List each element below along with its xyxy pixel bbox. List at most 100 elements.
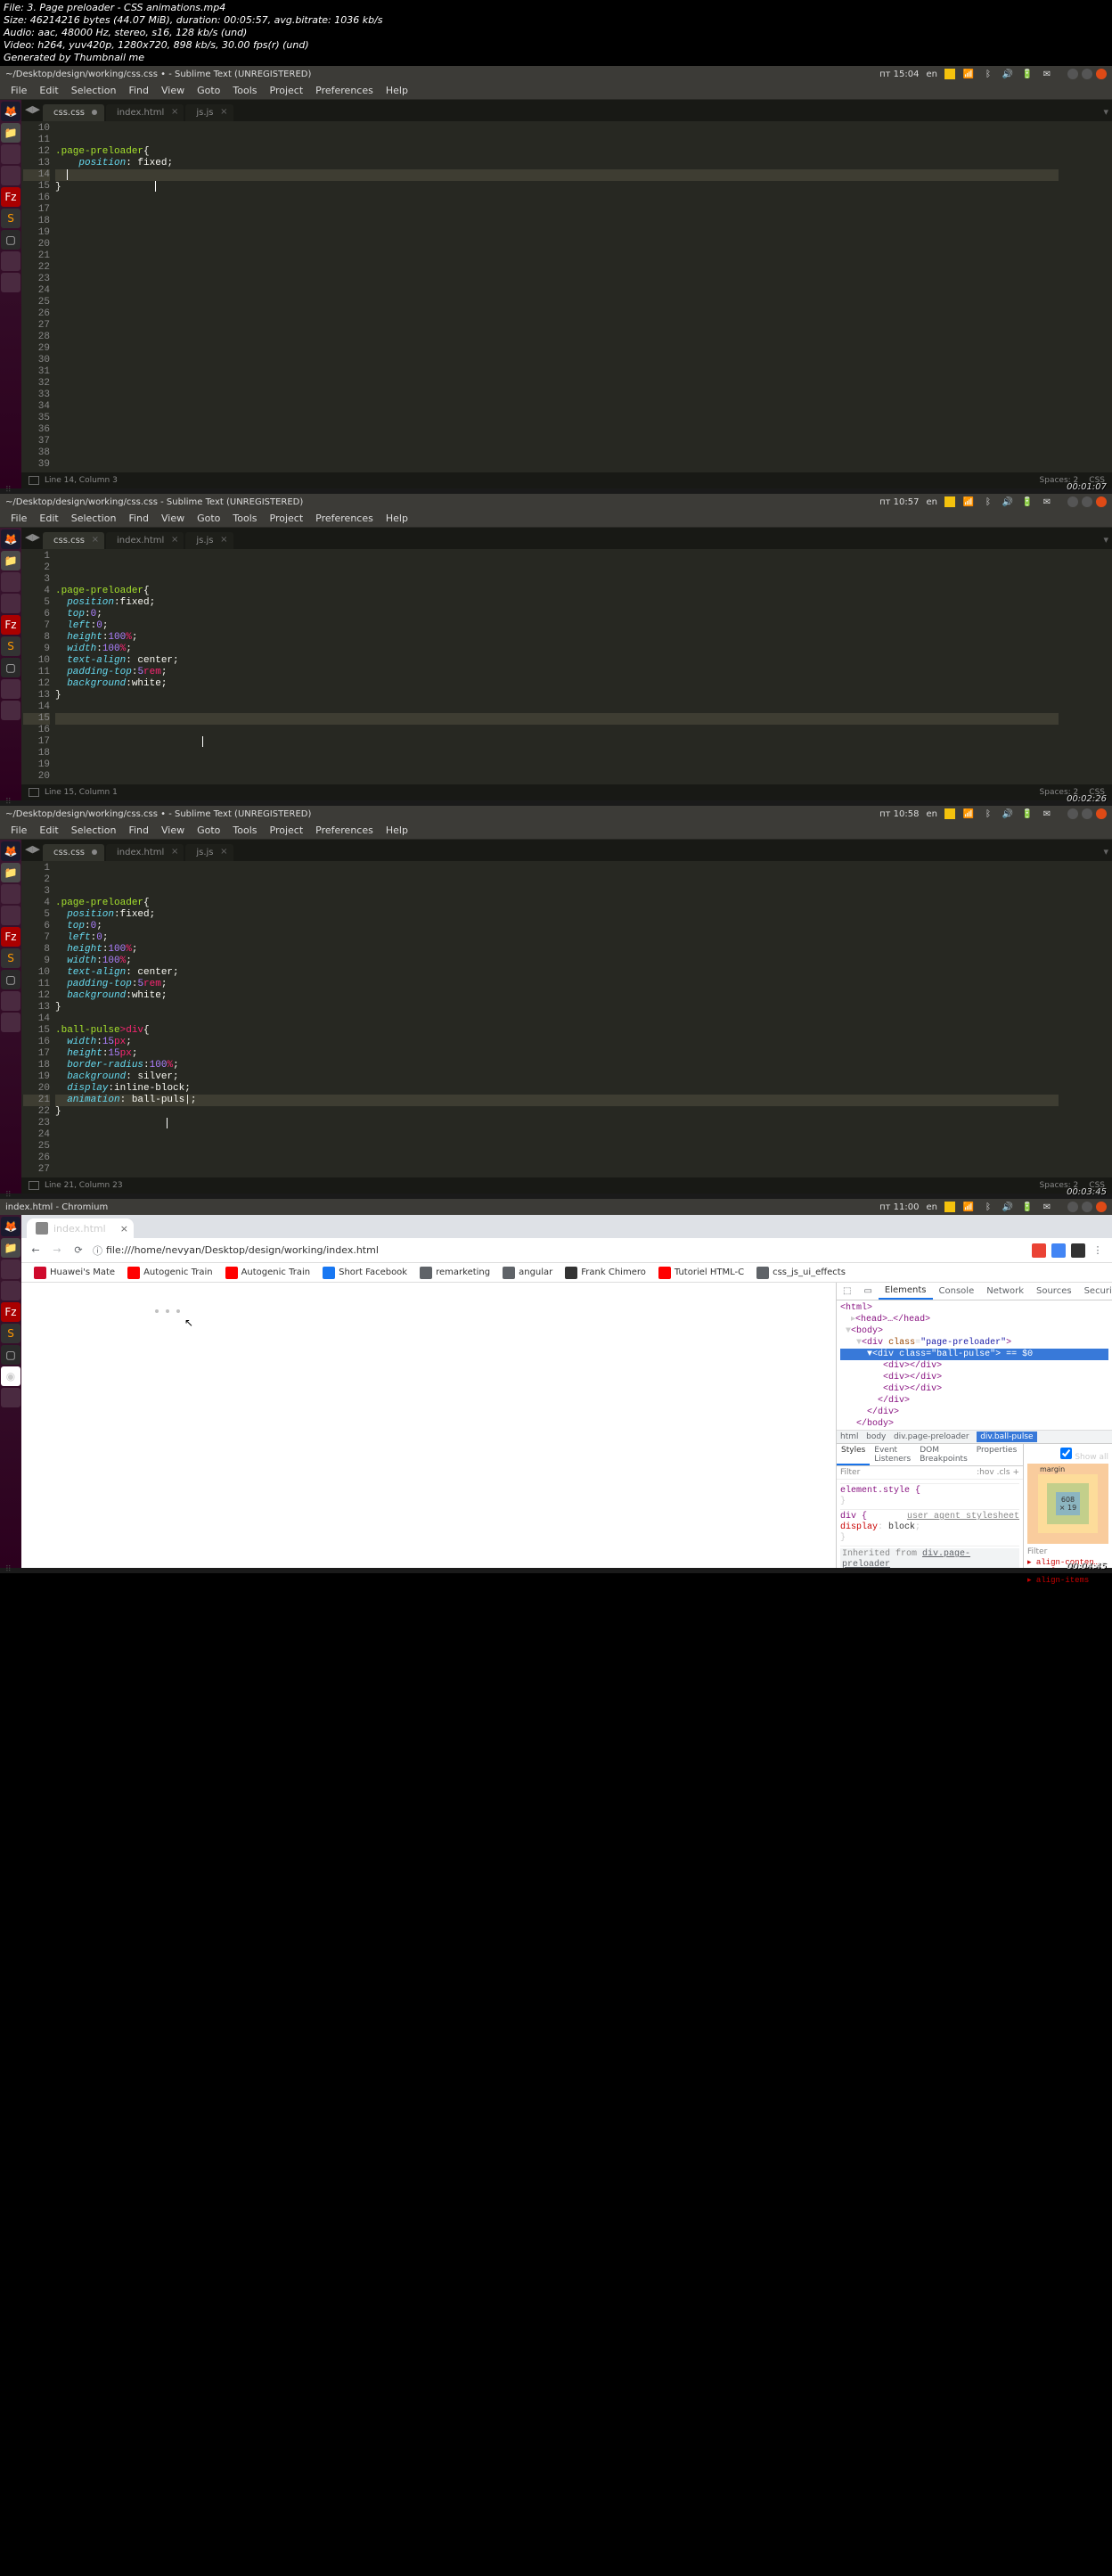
menu-selection[interactable]: Selection xyxy=(66,511,122,526)
launcher-filezilla[interactable]: Fz xyxy=(1,1302,20,1322)
notification-icon[interactable] xyxy=(944,808,955,819)
menu-find[interactable]: Find xyxy=(123,823,154,838)
show-all-checkbox[interactable] xyxy=(1060,1448,1072,1459)
editor-tab[interactable]: index.html× xyxy=(106,844,184,861)
reload-button[interactable]: ⟳ xyxy=(71,1243,86,1258)
launcher-firefox[interactable]: 🦊 xyxy=(1,529,20,549)
menu-find[interactable]: Find xyxy=(123,83,154,98)
back-button[interactable]: ← xyxy=(29,1243,43,1258)
launcher-terminal[interactable]: ▢ xyxy=(1,1345,20,1365)
devtools-tab-sources[interactable]: Sources xyxy=(1030,1284,1078,1299)
battery-icon[interactable]: 🔋 xyxy=(1021,496,1034,508)
tab-close-icon[interactable]: × xyxy=(92,535,99,545)
notification-icon[interactable] xyxy=(944,1202,955,1212)
battery-icon[interactable]: 🔋 xyxy=(1021,1201,1034,1213)
styles-tab[interactable]: DOM Breakpoints xyxy=(915,1444,972,1465)
menu-project[interactable]: Project xyxy=(265,511,309,526)
battery-icon[interactable]: 🔋 xyxy=(1021,808,1034,820)
hov-toggle[interactable]: :hov xyxy=(977,1468,994,1477)
styles-filter[interactable]: Filter xyxy=(840,1468,977,1477)
launcher-sublime[interactable]: S xyxy=(1,948,20,968)
menu-file[interactable]: File xyxy=(5,823,32,838)
bookmark-item[interactable]: Tutoriel HTML-C xyxy=(653,1265,749,1281)
bookmark-item[interactable]: css_js_ui_effects xyxy=(751,1265,851,1281)
launcher-firefox[interactable]: 🦊 xyxy=(1,1217,20,1236)
devtools-tab-network[interactable]: Network xyxy=(980,1284,1030,1299)
editor-tab[interactable]: css.css xyxy=(43,104,104,121)
maximize-button[interactable] xyxy=(1082,496,1092,507)
minimap[interactable] xyxy=(1059,861,1112,1177)
add-rule[interactable]: + xyxy=(1012,1468,1019,1477)
box-model[interactable]: 608 × 19 margin xyxy=(1027,1464,1108,1544)
address-bar[interactable]: ⓘ file:///home/nevyan/Desktop/design/wor… xyxy=(93,1243,1025,1258)
bookmark-item[interactable]: Huawei's Mate xyxy=(29,1265,120,1281)
launcher-filezilla[interactable]: Fz xyxy=(1,187,20,207)
menu-edit[interactable]: Edit xyxy=(34,83,63,98)
mail-icon[interactable]: ✉ xyxy=(1041,808,1053,820)
launcher-files[interactable]: 📁 xyxy=(1,863,20,882)
styles-tab[interactable]: Event Listeners xyxy=(870,1444,915,1465)
devtools-tab-console[interactable]: Console xyxy=(933,1284,981,1299)
minimize-button[interactable] xyxy=(1067,808,1078,819)
menu-edit[interactable]: Edit xyxy=(34,823,63,838)
editor-tab[interactable]: js.js× xyxy=(185,532,233,549)
launcher-app[interactable] xyxy=(1,1281,20,1300)
close-button[interactable] xyxy=(1096,808,1107,819)
launcher-files[interactable]: 📁 xyxy=(1,551,20,570)
launcher-app[interactable] xyxy=(1,679,20,699)
panel-icon[interactable] xyxy=(29,476,39,485)
panel-icon[interactable] xyxy=(29,1181,39,1190)
launcher-sublime[interactable]: S xyxy=(1,636,20,656)
network-icon[interactable]: 📶 xyxy=(962,808,975,820)
code-content[interactable]: .page-preloader{ position: fixed; } xyxy=(55,121,1059,472)
lang-indicator[interactable]: en xyxy=(927,809,938,819)
launcher-app[interactable] xyxy=(1,273,20,292)
menu-preferences[interactable]: Preferences xyxy=(310,511,379,526)
menu-project[interactable]: Project xyxy=(265,83,309,98)
close-button[interactable] xyxy=(1096,1202,1107,1212)
maximize-button[interactable] xyxy=(1082,808,1092,819)
editor-tab[interactable]: css.css× xyxy=(43,532,104,549)
minimap[interactable] xyxy=(1059,549,1112,784)
menu-help[interactable]: Help xyxy=(380,83,413,98)
menu-goto[interactable]: Goto xyxy=(192,83,225,98)
menu-file[interactable]: File xyxy=(5,511,32,526)
menu-tools[interactable]: Tools xyxy=(227,511,262,526)
launcher-terminal[interactable]: ▢ xyxy=(1,230,20,250)
computed-filter[interactable]: Filter xyxy=(1027,1547,1108,1556)
menu-tools[interactable]: Tools xyxy=(227,83,262,98)
launcher-files[interactable]: 📁 xyxy=(1,123,20,143)
launcher-app[interactable] xyxy=(1,572,20,592)
lang-indicator[interactable]: en xyxy=(927,497,938,507)
launcher-chromium[interactable]: ◉ xyxy=(1,1366,20,1386)
code-content[interactable]: .page-preloader{ position:fixed; top:0; … xyxy=(55,861,1059,1177)
launcher-filezilla[interactable]: Fz xyxy=(1,615,20,635)
editor-tab[interactable]: js.js× xyxy=(185,104,233,121)
menu-preferences[interactable]: Preferences xyxy=(310,823,379,838)
bluetooth-icon[interactable]: ᛒ xyxy=(982,496,994,508)
tab-close-icon[interactable]: × xyxy=(220,107,227,117)
launcher-app[interactable] xyxy=(1,166,20,185)
mail-icon[interactable]: ✉ xyxy=(1041,68,1053,80)
nav-back-icon[interactable]: ◀▶ xyxy=(25,531,40,543)
forward-button[interactable]: → xyxy=(50,1243,64,1258)
editor-tab[interactable]: css.css xyxy=(43,844,104,861)
device-icon[interactable]: ▭ xyxy=(857,1284,878,1299)
tab-dropdown-icon[interactable]: ▾ xyxy=(1100,530,1112,549)
launcher-firefox[interactable]: 🦊 xyxy=(1,841,20,861)
volume-icon[interactable]: 🔊 xyxy=(1002,808,1014,820)
notification-icon[interactable] xyxy=(944,69,955,79)
cls-toggle[interactable]: .cls xyxy=(997,1468,1010,1477)
elements-tree[interactable]: <html> ▸<head>…</head> ▼<body> ▼<div cla… xyxy=(837,1300,1112,1430)
maximize-button[interactable] xyxy=(1082,1202,1092,1212)
bookmark-item[interactable]: remarketing xyxy=(414,1265,495,1281)
close-button[interactable] xyxy=(1096,496,1107,507)
launcher-firefox[interactable]: 🦊 xyxy=(1,102,20,121)
launcher-app[interactable] xyxy=(1,991,20,1011)
editor-tab[interactable]: js.js× xyxy=(185,844,233,861)
css-rules[interactable]: element.style {}user agent stylesheetdiv… xyxy=(837,1480,1023,1568)
launcher-sublime[interactable]: S xyxy=(1,209,20,228)
bookmark-item[interactable]: Frank Chimero xyxy=(560,1265,651,1281)
launcher-files[interactable]: 📁 xyxy=(1,1238,20,1258)
minimap[interactable] xyxy=(1059,121,1112,472)
